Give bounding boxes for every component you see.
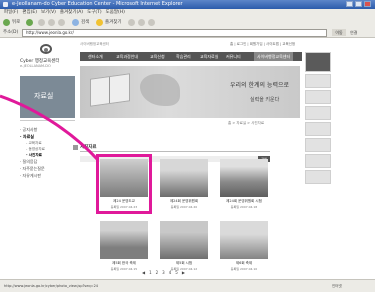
highlight-box: [96, 154, 152, 214]
status-bar: http://www.jeonla.go.kr/cyber/photo_view…: [0, 279, 375, 292]
browser-window: e-Jeollanam-do Cyber Education Center - …: [0, 0, 375, 292]
status-text: http://www.jeonla.go.kr/cyber/photo_view…: [4, 284, 99, 288]
security-zone: 인터넷: [332, 284, 342, 288]
highlight-pointer: [0, 94, 100, 162]
